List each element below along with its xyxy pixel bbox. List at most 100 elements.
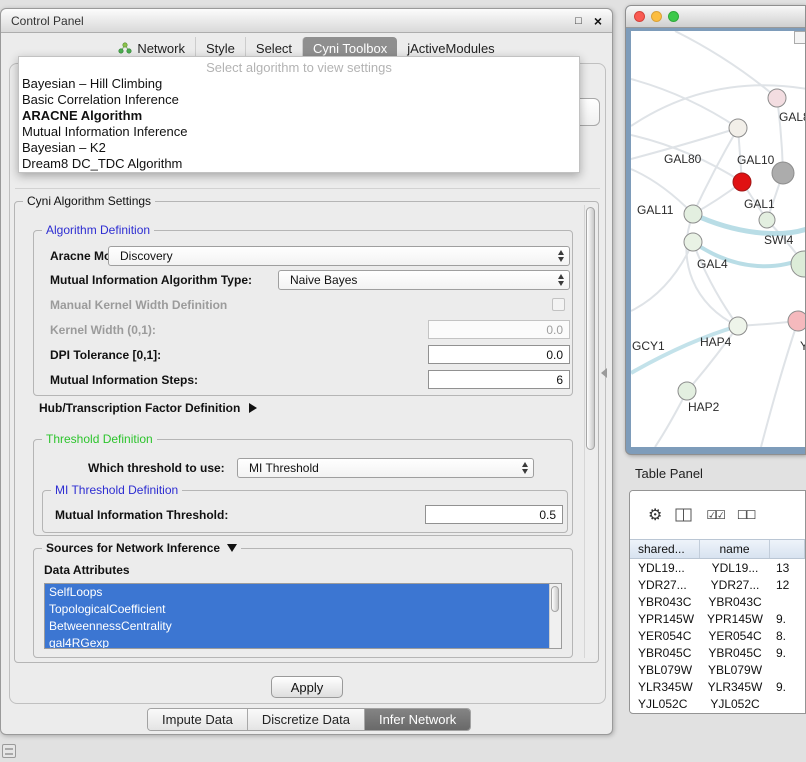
minimize-traffic-light[interactable]: [651, 11, 662, 22]
hub-definition-expander[interactable]: Hub/Transcription Factor Definition: [39, 401, 257, 415]
list-scrollbar-thumb[interactable]: [551, 586, 559, 612]
float-window-icon[interactable]: □: [575, 15, 582, 27]
column-header-extra[interactable]: [770, 540, 805, 558]
cell: 9.: [770, 646, 805, 660]
table-row[interactable]: YJL052CYJL052C: [630, 695, 805, 712]
table-row[interactable]: YPR145WYPR145W9.: [630, 610, 805, 627]
cell: YBR043C: [700, 595, 770, 609]
mi-type-combobox[interactable]: Naive Bayes: [278, 270, 570, 290]
node-label: YE: [800, 339, 806, 353]
table-panel-title: Table Panel: [635, 466, 703, 481]
network-node[interactable]: [768, 89, 786, 107]
mi-threshold-field[interactable]: 0.5: [425, 505, 563, 524]
network-node-selected[interactable]: [733, 173, 751, 191]
network-node[interactable]: [788, 311, 806, 331]
table-row[interactable]: YDR27...YDR27...12: [630, 576, 805, 593]
column-header-name[interactable]: name: [700, 540, 770, 558]
zoom-traffic-light[interactable]: [668, 11, 679, 22]
cell: 9.: [770, 612, 805, 626]
dock-grip-icon[interactable]: [2, 744, 16, 758]
list-scrollbar[interactable]: [549, 584, 561, 648]
cell: YJL052C: [630, 697, 700, 711]
cell: YDL19...: [630, 561, 700, 575]
table-row[interactable]: YDL19...YDL19...13: [630, 559, 805, 576]
canvas-scroll-corner[interactable]: [794, 31, 806, 44]
cell: YLR345W: [700, 680, 770, 694]
dpi-tolerance-label: DPI Tolerance [0,1]:: [50, 348, 161, 362]
threshold-definition-group: Threshold Definition Which threshold to …: [33, 439, 573, 536]
column-header-shared-name[interactable]: shared...: [630, 540, 700, 558]
gear-icon[interactable]: ⚙: [648, 505, 662, 525]
network-canvas[interactable]: GAL8 GAL80 GAL10 GAL11 GAL1 SWI4 GAL4 GC…: [631, 31, 806, 447]
table-row[interactable]: YBR043CYBR043C: [630, 593, 805, 610]
close-traffic-light[interactable]: [634, 11, 645, 22]
window-title: Control Panel: [11, 14, 84, 28]
list-item[interactable]: gal4RGexp: [45, 635, 549, 649]
cell: YDL19...: [700, 561, 770, 575]
settings-scrollbar-thumb[interactable]: [586, 207, 595, 450]
table-row[interactable]: YLR345WYLR345W9.: [630, 678, 805, 695]
dropdown-item[interactable]: Mutual Information Inference: [19, 124, 579, 140]
dropdown-item[interactable]: Basic Correlation Inference: [19, 92, 579, 108]
settings-scrollbar[interactable]: [584, 205, 596, 658]
which-threshold-combobox[interactable]: MI Threshold: [237, 458, 534, 478]
dropdown-item-selected[interactable]: ARACNE Algorithm: [19, 108, 579, 124]
combo-arrows-icon: [558, 274, 564, 286]
list-item[interactable]: TopologicalCoefficient: [45, 601, 549, 618]
tab-impute-data[interactable]: Impute Data: [148, 709, 247, 730]
dropdown-item[interactable]: Bayesian – K2: [19, 140, 579, 156]
table-row[interactable]: YER054CYER054C8.: [630, 627, 805, 644]
mi-type-value: Naive Bayes: [290, 273, 357, 287]
apply-button[interactable]: Apply: [271, 676, 343, 698]
table-row[interactable]: YBL079WYBL079W: [630, 661, 805, 678]
network-window-titlebar[interactable]: [626, 6, 805, 28]
cell: YBL079W: [630, 663, 700, 677]
mi-steps-field[interactable]: 6: [428, 370, 570, 389]
network-node[interactable]: [759, 212, 775, 228]
network-node[interactable]: [684, 205, 702, 223]
node-label: HAP4: [700, 335, 731, 349]
node-label: SWI4: [764, 233, 793, 247]
dropdown-item[interactable]: Bayesian – Hill Climbing: [19, 76, 579, 92]
list-item[interactable]: BetweennessCentrality: [45, 618, 549, 635]
list-item[interactable]: SelfLoops: [45, 584, 549, 601]
node-label: HAP2: [688, 400, 719, 414]
network-node[interactable]: [791, 251, 806, 277]
cyni-algorithm-settings-group: Cyni Algorithm Settings Algorithm Defini…: [14, 201, 599, 663]
splitter-collapse-icon[interactable]: [601, 368, 607, 378]
network-node[interactable]: [729, 119, 747, 137]
desktop: Control Panel □ × Network Style Select C…: [0, 0, 806, 762]
aracne-mode-combobox[interactable]: Discovery: [108, 246, 570, 266]
tab-discretize-data[interactable]: Discretize Data: [247, 709, 364, 730]
select-all-columns-icon[interactable]: ☑☑: [706, 508, 724, 522]
sources-group-title[interactable]: Sources for Network Inference: [42, 541, 241, 555]
tab-infer-network[interactable]: Infer Network: [364, 709, 470, 730]
mi-type-row: Mutual Information Algorithm Type: Naive…: [34, 270, 572, 290]
manual-kernel-checkbox: [552, 298, 565, 311]
table-body: YDL19...YDL19...13 YDR27...YDR27...12 YB…: [630, 559, 805, 712]
network-node[interactable]: [729, 317, 747, 335]
cell: YER054C: [700, 629, 770, 643]
network-node[interactable]: [678, 382, 696, 400]
dpi-tolerance-field[interactable]: 0.0: [428, 345, 570, 364]
mi-threshold-label: Mutual Information Threshold:: [55, 508, 228, 522]
combo-arrows-icon: [558, 250, 564, 262]
network-view-window: GAL8 GAL80 GAL10 GAL11 GAL1 SWI4 GAL4 GC…: [625, 5, 806, 455]
aracne-mode-value: Discovery: [120, 249, 173, 263]
network-node[interactable]: [684, 233, 702, 251]
table-row[interactable]: YBR045CYBR045C9.: [630, 644, 805, 661]
cell: 9.: [770, 680, 805, 694]
node-label: GAL4: [697, 257, 728, 271]
network-edge: [693, 214, 806, 234]
columns-icon[interactable]: [675, 508, 693, 522]
network-node[interactable]: [772, 162, 794, 184]
close-window-icon[interactable]: ×: [594, 13, 602, 29]
algorithm-definition-title: Algorithm Definition: [42, 223, 154, 237]
dropdown-item[interactable]: Dream8 DC_TDC Algorithm: [19, 156, 579, 172]
bottom-tab-bar: Impute Data Discretize Data Infer Networ…: [147, 708, 471, 731]
which-threshold-row: Which threshold to use: MI Threshold: [34, 458, 572, 478]
deselect-all-columns-icon[interactable]: ☐☐: [737, 508, 755, 522]
node-label: GAL10: [737, 153, 774, 167]
cell: YER054C: [630, 629, 700, 643]
which-threshold-label: Which threshold to use:: [88, 461, 225, 475]
